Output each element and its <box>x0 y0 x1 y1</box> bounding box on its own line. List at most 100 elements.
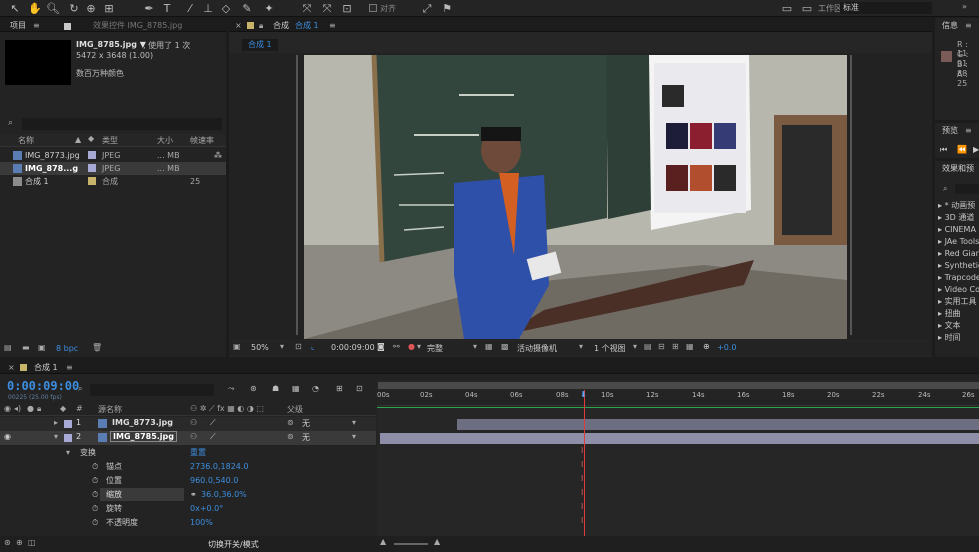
shy-switch-icon[interactable]: ⚇ <box>190 418 197 427</box>
zoom-in-icon[interactable]: ▲ <box>434 537 440 546</box>
channel-icon[interactable]: ● <box>408 342 415 351</box>
toggle-switches-modes-button[interactable]: 切换开关/模式 <box>208 539 259 550</box>
first-frame-icon[interactable]: ⏮ <box>940 145 947 155</box>
transparency-grid-icon[interactable]: ▩ <box>501 342 509 351</box>
stopwatch-icon[interactable]: ⏱ <box>92 516 98 529</box>
keyframe-icon[interactable]: I <box>581 446 583 455</box>
layer-row-selected[interactable]: ◉ ▾ 2 IMG_8785.jpg ⚇ ⟋ ⊚ 无 ▾ <box>0 431 376 445</box>
scale-value[interactable]: 36.0,36.0% <box>201 488 247 501</box>
anchor-point-value[interactable]: 2736.0,1824.0 <box>190 460 249 473</box>
effects-category[interactable]: ▸ Trapcode <box>938 272 979 284</box>
effects-category[interactable]: ▸ 扭曲 <box>938 308 961 320</box>
reset-exposure-icon[interactable]: ⊕ <box>703 342 710 351</box>
shy-switch-icon[interactable]: ⚇ <box>190 432 197 441</box>
layer-2-duration-bar[interactable] <box>380 433 979 444</box>
transform-reset-link[interactable]: 重置 <box>190 446 206 459</box>
resolution-select[interactable]: 完整 <box>427 343 443 354</box>
comp-tab-menu-icon[interactable]: ≡ <box>329 20 336 32</box>
transform-label[interactable]: 变换 <box>80 446 96 459</box>
column-type[interactable]: 类型 <box>102 135 118 146</box>
layer-label-color[interactable] <box>64 434 72 442</box>
roto-brush-tool-icon[interactable]: ✎ <box>240 2 254 16</box>
effects-category[interactable]: ▸ 3D 通道 <box>938 212 974 224</box>
timeline-icon[interactable]: ▦ <box>686 342 694 351</box>
info-tab[interactable]: 信息 <box>942 20 958 32</box>
zoom-dropdown-icon[interactable]: ▾ <box>280 342 284 351</box>
brush-tool-icon[interactable]: ⁄ <box>183 2 197 16</box>
effects-category[interactable]: ▸ JAe Tools <box>938 236 979 248</box>
effects-category[interactable]: ▸ Red Giant <box>938 248 979 260</box>
play-icon[interactable]: ▶ <box>973 145 979 154</box>
parent-dropdown-icon[interactable]: ▾ <box>352 432 356 441</box>
effects-category[interactable]: ▸ 实用工具 <box>938 296 977 308</box>
graph-editor-icon[interactable]: ⊞ <box>336 384 343 393</box>
parent-dropdown-icon[interactable]: ▾ <box>352 418 356 427</box>
composition-viewer[interactable] <box>229 53 932 340</box>
timeline-tab[interactable]: 合成 1 <box>34 362 58 374</box>
keyframe-icon[interactable]: I <box>581 516 583 525</box>
puppet-pin-tool-icon[interactable]: ✦ <box>262 2 276 16</box>
camera-snapshot-icon[interactable]: ◙ <box>377 342 385 351</box>
snap-options-icon[interactable]: ⚑ <box>440 2 454 16</box>
zoom-tool-icon[interactable]: 🔍︎ <box>46 2 60 16</box>
composition-tab-label[interactable]: 合成 <box>273 20 289 32</box>
shy-layers-icon[interactable]: ☗ <box>272 384 279 393</box>
snapshot-thumb-icon[interactable]: ▣ <box>233 342 241 351</box>
preview-tab-menu-icon[interactable]: ≡ <box>965 125 972 137</box>
comp-mini-flowchart-icon[interactable]: ⤳ <box>228 384 234 394</box>
stretch-icon[interactable]: ◫ <box>28 538 36 547</box>
trash-icon[interactable]: 🗑︎ <box>92 343 102 352</box>
region-of-interest-icon[interactable]: ⌞ <box>311 342 315 351</box>
pan-behind-tool-icon[interactable]: ⊞ <box>102 2 116 16</box>
effects-controls-tab[interactable]: 效果控件 IMG_8785.jpg <box>93 20 182 32</box>
frame-blending-icon[interactable]: ▦ <box>292 384 300 393</box>
timeline-track-area[interactable]: ⬇ I I I I I I <box>377 380 979 536</box>
camera-view-select[interactable]: 活动摄像机 <box>517 343 557 354</box>
parent-select[interactable]: 无 <box>302 418 310 429</box>
rotate-tool-icon[interactable]: ↻ <box>67 2 81 16</box>
eraser-tool-icon[interactable]: ◇ <box>219 2 233 16</box>
resolution-dropdown-icon[interactable]: ▾ <box>473 342 477 351</box>
info-tab-menu-icon[interactable]: ≡ <box>965 20 972 32</box>
modes-icon[interactable]: ⊕ <box>16 538 23 547</box>
project-tab-menu-icon[interactable]: ≡ <box>33 20 40 32</box>
opacity-value[interactable]: 100% <box>190 516 213 529</box>
project-search-input[interactable] <box>22 118 222 130</box>
workspace-select[interactable]: 标准 <box>840 2 932 14</box>
expand-icon[interactable]: ▭ <box>800 2 814 16</box>
effects-category[interactable]: ▸ Video Cop <box>938 284 979 296</box>
views-select[interactable]: 1 个视图 <box>594 343 626 354</box>
project-tab[interactable]: 项目 <box>10 20 26 32</box>
motion-blur-icon[interactable]: ◔ <box>312 384 319 393</box>
views-dropdown-icon[interactable]: ▾ <box>633 342 637 351</box>
effects-category[interactable]: ▸ 时间 <box>938 332 961 344</box>
new-composition-icon[interactable]: ▣ <box>38 343 46 352</box>
transform-expand-icon[interactable]: ▾ <box>66 446 70 459</box>
close-timeline-tab-icon[interactable]: × <box>8 362 15 374</box>
zoom-select[interactable]: 50% <box>251 343 269 352</box>
safe-zones-icon[interactable]: ⊡ <box>295 342 302 351</box>
fast-preview-icon[interactable]: ▦ <box>485 342 493 351</box>
layer-collapse-arrow-icon[interactable]: ▸ <box>54 418 58 427</box>
constrain-proportions-icon[interactable]: ⚭ <box>190 488 197 501</box>
effects-presets-tab[interactable]: 效果和预 <box>942 163 974 175</box>
parent-pickwhip-icon[interactable]: ⊚ <box>287 418 294 427</box>
show-snapshot-icon[interactable]: ⚯ <box>393 342 400 351</box>
clone-stamp-tool-icon[interactable]: ⊥ <box>201 2 215 16</box>
vr-icon[interactable]: ▭ <box>780 2 794 16</box>
work-area-bar[interactable] <box>378 382 979 389</box>
layer-switches-icon[interactable]: ⊛ <box>4 538 11 547</box>
camera-tool-icon[interactable]: ⊕ <box>84 2 98 16</box>
project-item[interactable]: 合成 1 合成 25 <box>0 175 226 188</box>
stopwatch-icon[interactable]: ⏱ <box>92 460 98 473</box>
keyframe-icon[interactable]: I <box>581 488 583 497</box>
timeline-expand-icon[interactable]: ⊡ <box>356 384 363 393</box>
zoom-out-icon[interactable]: ▲ <box>380 537 386 546</box>
project-item-selected[interactable]: IMG_878...g JPEG ... MB <box>0 162 226 175</box>
snap-icon[interactable]: ⤢ <box>420 2 434 16</box>
column-name[interactable]: 名称 <box>18 135 34 146</box>
playhead-line[interactable] <box>584 390 585 536</box>
timeline-tab-menu-icon[interactable]: ≡ <box>66 362 73 374</box>
column-fps[interactable]: 帧速率 <box>190 135 214 146</box>
timeline-timecode[interactable]: 0:00:09:00 <box>7 379 79 393</box>
